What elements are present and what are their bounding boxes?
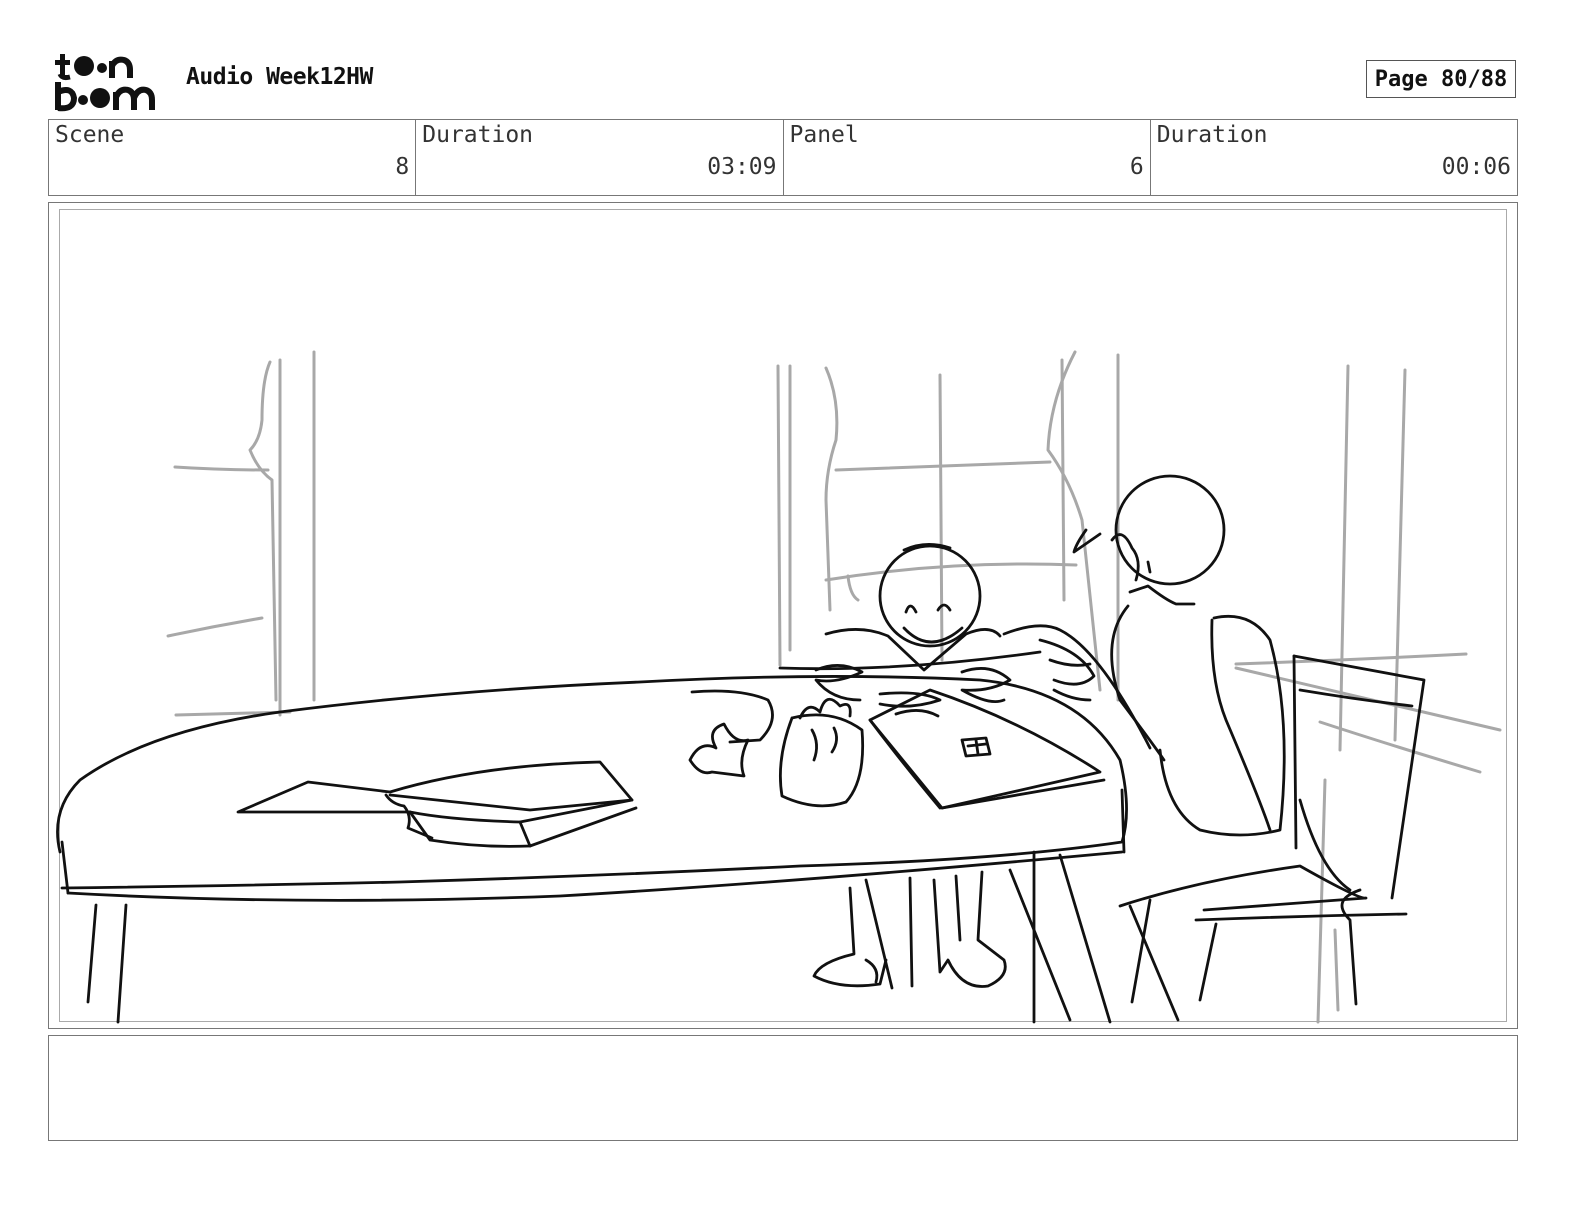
panel-notes-box[interactable] [48, 1035, 1518, 1141]
table-top [56, 675, 1128, 890]
foreground-sketch [56, 474, 1426, 1024]
background-window-sketch [166, 350, 1502, 1024]
